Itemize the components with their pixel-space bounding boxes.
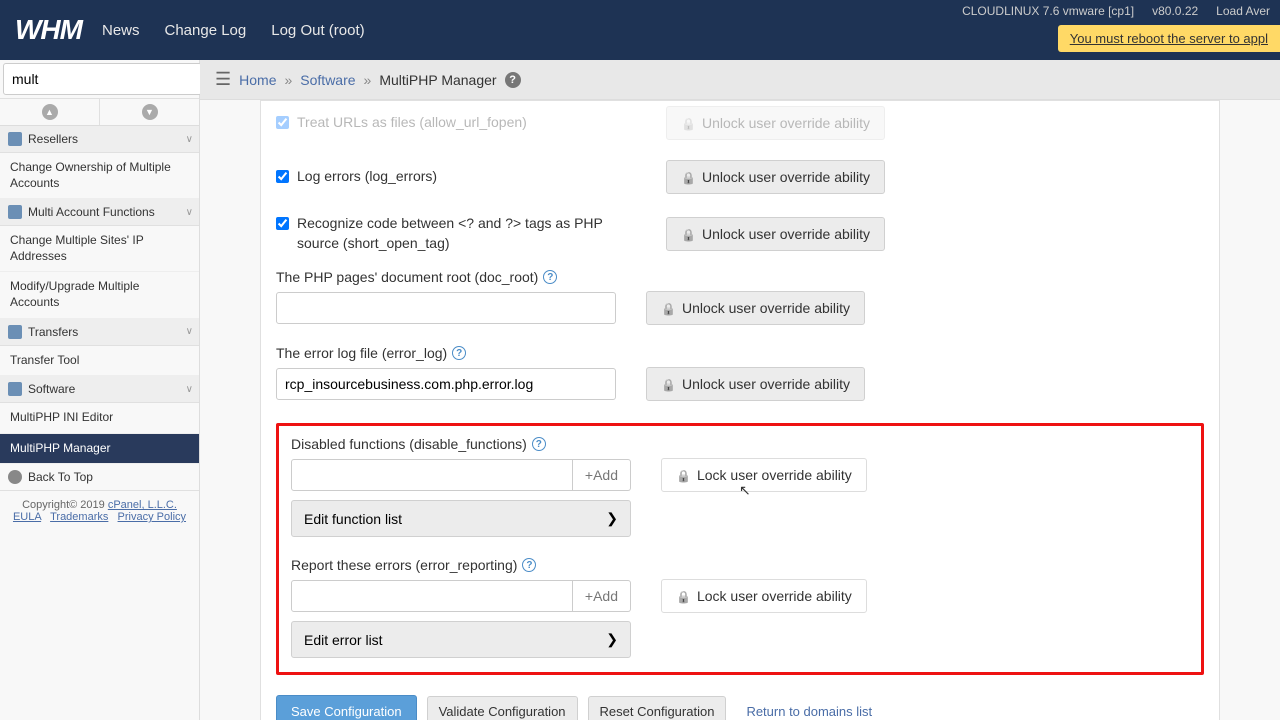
bc-current: MultiPHP Manager — [379, 72, 496, 88]
multi-account-icon — [8, 205, 22, 219]
error-log-label: The error log file (error_log) — [276, 345, 447, 361]
top-nav: News Change Log Log Out (root) — [102, 22, 365, 39]
nav-changelog[interactable]: Change Log — [165, 22, 247, 39]
chevron-right-icon: ❯ — [606, 510, 618, 527]
logo: WHM — [15, 14, 82, 46]
reset-configuration-button[interactable]: Reset Configuration — [588, 696, 727, 720]
version-info: v80.0.22 — [1152, 4, 1198, 18]
nav-logout[interactable]: Log Out (root) — [271, 22, 364, 39]
lock-error-reporting-button[interactable]: Lock user override ability — [661, 579, 867, 613]
search-input[interactable] — [3, 63, 202, 95]
return-to-domains-link[interactable]: Return to domains list — [736, 696, 882, 720]
search-prev-button[interactable]: ▲ — [0, 99, 100, 125]
chevron-down-icon: ∨ — [186, 384, 193, 395]
error-log-input[interactable] — [276, 368, 616, 400]
unlock-doc-root-button[interactable]: Unlock user override ability — [646, 291, 865, 325]
server-info: CLOUDLINUX 7.6 vmware [cp1] v80.0.22 Loa… — [952, 0, 1280, 22]
add-error-button[interactable]: +Add — [573, 580, 631, 612]
breadcrumb: ☰ Home » Software » MultiPHP Manager ? — [200, 60, 1280, 100]
sidebar-item-transfer-tool[interactable]: Transfer Tool — [0, 346, 199, 377]
disable-functions-label: Disabled functions (disable_functions) — [291, 436, 527, 452]
disable-functions-input[interactable] — [291, 459, 573, 491]
unlock-log-errors-button[interactable]: Unlock user override ability — [666, 160, 885, 194]
topbar: WHM News Change Log Log Out (root) CLOUD… — [0, 0, 1280, 60]
edit-function-list-button[interactable]: Edit function list❯ — [291, 500, 631, 537]
short-open-tag-label: Recognize code between <? and ?> tags as… — [297, 214, 636, 253]
eula-link[interactable]: EULA — [13, 511, 41, 523]
privacy-link[interactable]: Privacy Policy — [118, 511, 186, 523]
allow-url-fopen-checkbox[interactable] — [276, 116, 289, 129]
chevron-down-icon: ∨ — [186, 207, 193, 218]
main: ☰ Home » Software » MultiPHP Manager ? T… — [200, 60, 1280, 720]
lock-icon — [661, 376, 676, 392]
menu-icon[interactable]: ☰ — [215, 69, 231, 90]
help-icon[interactable]: ? — [452, 346, 466, 360]
search-next-button[interactable]: ▼ — [100, 99, 199, 125]
lock-icon — [681, 226, 696, 242]
doc-root-label: The PHP pages' document root (doc_root) — [276, 269, 538, 285]
help-icon[interactable]: ? — [543, 270, 557, 284]
bc-home[interactable]: Home — [239, 72, 276, 88]
chevron-down-icon: ∨ — [186, 134, 193, 145]
highlighted-section: Disabled functions (disable_functions)? … — [276, 423, 1204, 675]
help-icon[interactable]: ? — [505, 72, 521, 88]
doc-root-input[interactable] — [276, 292, 616, 324]
lock-icon — [676, 588, 691, 604]
unlock-short-open-button[interactable]: Unlock user override ability — [666, 217, 885, 251]
unlock-error-log-button[interactable]: Unlock user override ability — [646, 367, 865, 401]
sidebar-section-transfers[interactable]: Transfers ∨ — [0, 319, 199, 346]
chevron-down-icon: ∨ — [186, 326, 193, 337]
lock-icon — [681, 169, 696, 185]
sidebar-item-change-ip[interactable]: Change Multiple Sites' IP Addresses — [0, 226, 199, 272]
back-top-icon — [8, 470, 22, 484]
sidebar-section-resellers[interactable]: Resellers ∨ — [0, 126, 199, 153]
reboot-banner[interactable]: You must reboot the server to appl — [1058, 25, 1280, 52]
sidebar-item-modify-upgrade[interactable]: Modify/Upgrade Multiple Accounts — [0, 272, 199, 318]
sidebar-item-multiphp-ini[interactable]: MultiPHP INI Editor — [0, 403, 199, 434]
sidebar-back-to-top[interactable]: Back To Top — [0, 464, 199, 491]
footer-buttons: Save Configuration Validate Configuratio… — [276, 683, 1204, 720]
trademarks-link[interactable]: Trademarks — [50, 511, 108, 523]
short-open-tag-checkbox[interactable] — [276, 217, 289, 230]
help-icon[interactable]: ? — [522, 558, 536, 572]
bc-software[interactable]: Software — [300, 72, 355, 88]
save-configuration-button[interactable]: Save Configuration — [276, 695, 417, 720]
lock-icon — [681, 115, 696, 131]
transfers-icon — [8, 325, 22, 339]
lock-icon — [661, 300, 676, 316]
resellers-icon — [8, 132, 22, 146]
content-panel: Treat URLs as files (allow_url_fopen) Un… — [260, 100, 1220, 720]
sidebar: ✕ ▲ ▼ Resellers ∨ Change Ownership of Mu… — [0, 60, 200, 720]
sidebar-item-multiphp-manager[interactable]: MultiPHP Manager — [0, 434, 199, 465]
sidebar-item-change-ownership[interactable]: Change Ownership of Multiple Accounts — [0, 153, 199, 199]
sidebar-footer: Copyright© 2019 cPanel, L.L.C. EULA Trad… — [0, 491, 199, 531]
edit-error-list-button[interactable]: Edit error list❯ — [291, 621, 631, 658]
nav-news[interactable]: News — [102, 22, 140, 39]
error-reporting-label: Report these errors (error_reporting) — [291, 557, 517, 573]
validate-configuration-button[interactable]: Validate Configuration — [427, 696, 578, 720]
software-icon — [8, 382, 22, 396]
load-info: Load Aver — [1216, 4, 1270, 18]
help-icon[interactable]: ? — [532, 437, 546, 451]
log-errors-label: Log errors (log_errors) — [297, 167, 437, 187]
lock-disable-functions-button[interactable]: Lock user override ability — [661, 458, 867, 492]
lock-icon — [676, 467, 691, 483]
sidebar-section-multi-account[interactable]: Multi Account Functions ∨ — [0, 199, 199, 226]
error-reporting-input[interactable] — [291, 580, 573, 612]
chevron-right-icon: ❯ — [606, 631, 618, 648]
os-info: CLOUDLINUX 7.6 vmware [cp1] — [962, 4, 1134, 18]
add-function-button[interactable]: +Add — [573, 459, 631, 491]
sidebar-section-software[interactable]: Software ∨ — [0, 376, 199, 403]
unlock-url-fopen-button[interactable]: Unlock user override ability — [666, 106, 885, 140]
cpanel-link[interactable]: cPanel, L.L.C. — [108, 499, 177, 511]
allow-url-fopen-label: Treat URLs as files (allow_url_fopen) — [297, 113, 527, 133]
log-errors-checkbox[interactable] — [276, 170, 289, 183]
